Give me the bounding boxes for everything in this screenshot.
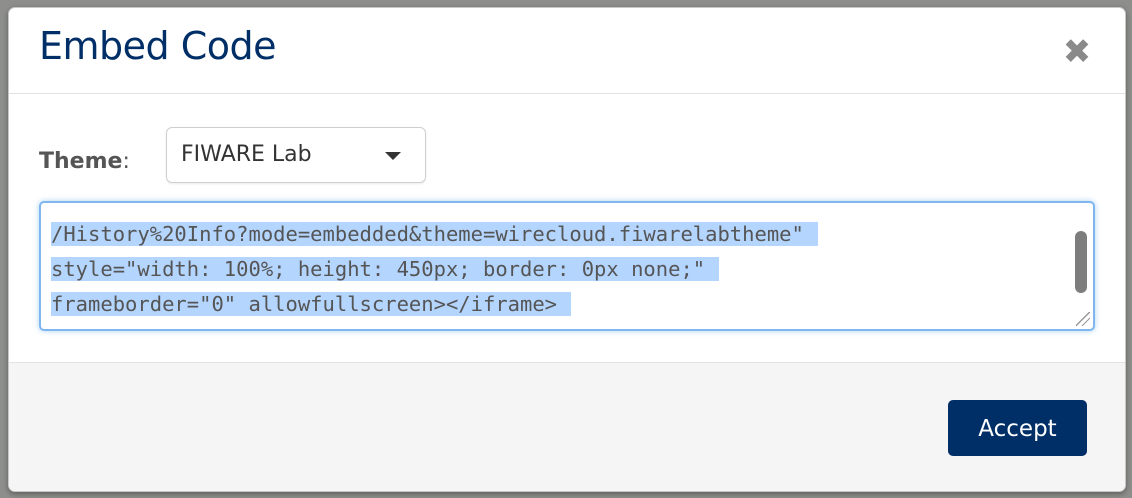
embed-code-content: /History%20Info?mode=embedded&theme=wire…	[51, 217, 818, 322]
theme-label-text: Theme	[39, 149, 123, 174]
embed-code-textarea[interactable]: /History%20Info?mode=embedded&theme=wire…	[39, 201, 1095, 331]
embed-code-dialog: Embed Code ✖ Theme: FIWARE Lab /History%…	[8, 7, 1126, 492]
chevron-down-icon	[385, 152, 401, 160]
theme-select[interactable]: FIWARE Lab	[166, 127, 426, 183]
dialog-header: Embed Code ✖	[9, 8, 1125, 94]
theme-label: Theme:	[39, 149, 130, 174]
code-line: style="width: 100%; height: 450px; borde…	[51, 252, 818, 287]
code-line: frameborder="0" allowfullscreen></iframe…	[51, 287, 818, 322]
scrollbar-thumb[interactable]	[1075, 231, 1087, 293]
code-line: /History%20Info?mode=embedded&theme=wire…	[51, 217, 818, 252]
dialog-title: Embed Code	[39, 24, 277, 68]
code-line-text: /History%20Info?mode=embedded&theme=wire…	[51, 222, 818, 246]
code-line-text: frameborder="0" allowfullscreen></iframe…	[51, 292, 572, 316]
close-icon[interactable]: ✖	[1059, 34, 1095, 70]
accept-button[interactable]: Accept	[948, 400, 1087, 456]
theme-select-value: FIWARE Lab	[181, 142, 312, 167]
textarea-scrollbar[interactable]	[1073, 209, 1089, 327]
dialog-body: Theme: FIWARE Lab /History%20Info?mode=e…	[9, 94, 1125, 362]
theme-label-separator: :	[122, 149, 130, 174]
resize-handle-icon[interactable]	[1076, 312, 1090, 326]
dialog-footer: Accept	[9, 362, 1125, 491]
code-line-text: style="width: 100%; height: 450px; borde…	[51, 257, 720, 281]
